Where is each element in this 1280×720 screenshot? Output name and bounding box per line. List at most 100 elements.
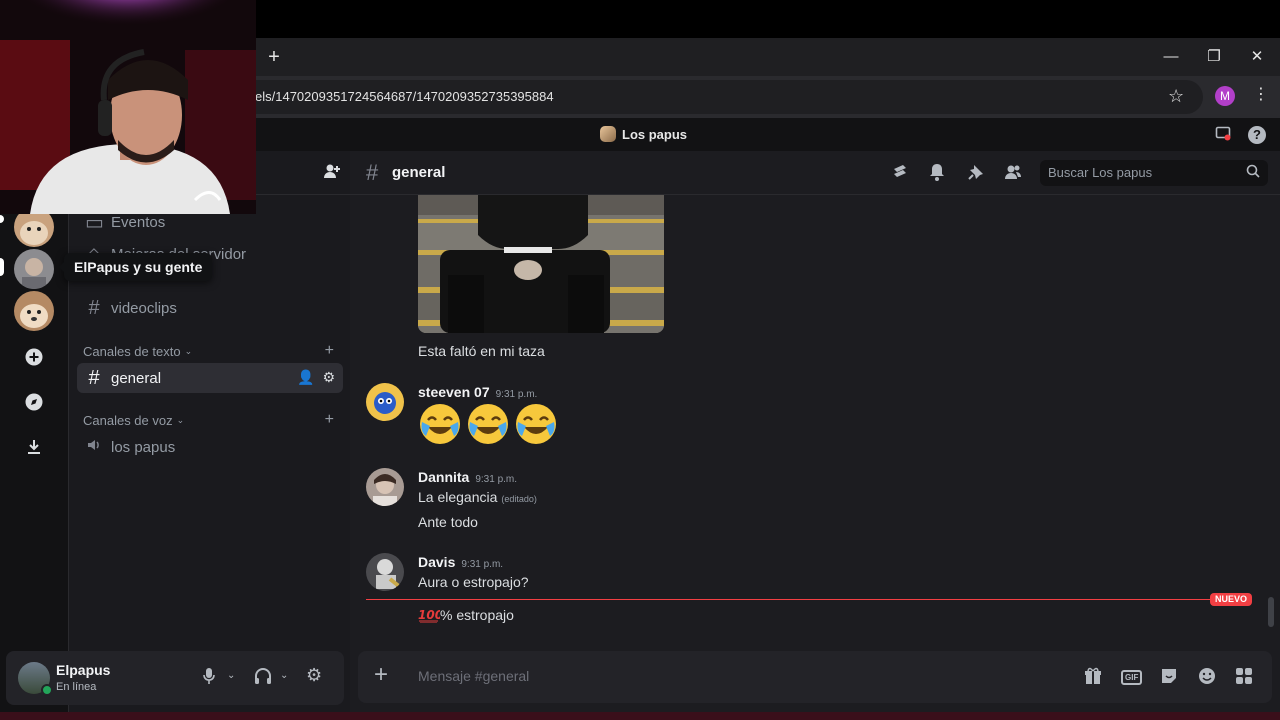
bell-icon[interactable] (929, 163, 945, 186)
channel-label: los papus (111, 438, 176, 456)
edited-marker: (editado) (501, 494, 537, 504)
message-line: % estropajo (440, 607, 514, 623)
server-indicator (0, 215, 4, 223)
joy-emoji-icon (516, 404, 556, 444)
sticker-icon[interactable] (1160, 667, 1178, 690)
channel-videoclips[interactable]: # videoclips (77, 293, 343, 323)
pin-icon[interactable] (967, 163, 985, 186)
message-author[interactable]: Dannita 9:31 p.m. (418, 469, 517, 485)
create-text-channel-icon[interactable]: + (325, 342, 334, 360)
category-voice-channels[interactable]: Canales de voz ⌄ (83, 413, 184, 428)
message-caption: Esta faltó en mi taza (418, 343, 545, 359)
user-status: En línea (56, 681, 97, 693)
download-icon[interactable] (14, 426, 54, 466)
toolbar: els/1470209351724564687/1470209352735395… (255, 76, 1280, 118)
message-timestamp: 9:31 p.m. (475, 474, 518, 485)
taskbar-strip (0, 712, 1280, 720)
gear-icon[interactable]: ⚙ (322, 369, 335, 386)
minimize-button[interactable]: — (1159, 46, 1183, 68)
message-text: Aura o estropajo? (418, 574, 529, 590)
avatar[interactable] (366, 468, 404, 506)
headphones-icon[interactable] (254, 667, 272, 690)
emoji-message (418, 402, 558, 446)
apps-icon[interactable] (1235, 667, 1253, 690)
message-text: 100 % estropajo (418, 607, 514, 623)
chevron-down-icon: ⌄ (184, 346, 193, 356)
chevron-down-icon: ⌄ (176, 415, 185, 425)
avatar[interactable] (366, 553, 404, 591)
joy-emoji-icon (420, 404, 460, 444)
server-tooltip: ElPapus y su gente (58, 253, 213, 281)
channel-sidebar: ▭ Eventos ◇ Mejoras del servidor # video… (68, 151, 351, 720)
message-composer: + Mensaje #general GIF (358, 651, 1272, 703)
threads-icon[interactable] (891, 163, 909, 186)
inbox-icon[interactable] (1213, 125, 1233, 145)
voice-channel-los-papus[interactable]: los papus (77, 432, 343, 462)
server-icon-los-papus[interactable] (14, 291, 54, 331)
author-name[interactable]: steeven 07 (418, 384, 490, 400)
tab-bar: + — ❐ ✕ (255, 38, 1280, 76)
username[interactable]: Elpapus (56, 662, 110, 678)
message-image[interactable] (418, 195, 664, 333)
message-text: Ante todo (418, 514, 478, 530)
chevron-down-icon[interactable]: ⌄ (280, 670, 288, 681)
profile-avatar[interactable]: M (1215, 86, 1235, 106)
chevron-down-icon[interactable]: ⌄ (227, 670, 235, 681)
message-line: La elegancia (418, 489, 498, 505)
channel-header: # general Buscar Los papus (350, 151, 1280, 195)
emoji-picker-icon[interactable] (1198, 667, 1216, 690)
author-name[interactable]: Dannita (418, 469, 469, 485)
create-voice-channel-icon[interactable]: + (325, 411, 334, 429)
online-status-icon (41, 684, 53, 696)
hash-icon: # (88, 296, 100, 319)
bookmark-star-icon[interactable]: ☆ (1168, 86, 1184, 107)
gif-button[interactable]: GIF (1121, 670, 1143, 685)
message-author[interactable]: Davis 9:31 p.m. (418, 554, 503, 570)
url-text: els/1470209351724564687/1470209352735395… (255, 89, 554, 104)
invite-icon[interactable]: 👤 (297, 369, 314, 386)
svg-text:100: 100 (418, 608, 440, 622)
new-messages-divider: NUEVO (366, 593, 1252, 606)
server-icon-elpapus[interactable] (14, 249, 54, 289)
new-badge: NUEVO (1209, 593, 1252, 606)
add-server-icon[interactable] (14, 336, 54, 376)
user-panel: Elpapus En línea ⌄ ⌄ ⚙ (6, 651, 344, 705)
server-title-text: Los papus (622, 126, 688, 142)
server-mini-icon (600, 126, 616, 142)
channel-title: general (392, 164, 446, 181)
category-text-channels[interactable]: Canales de texto ⌄ (83, 344, 192, 359)
channel-tools: 👤 ⚙ (297, 369, 335, 386)
message-input[interactable]: Mensaje #general (418, 668, 529, 684)
scrollbar[interactable] (1268, 597, 1274, 627)
category-label: Canales de texto (83, 344, 181, 359)
avatar[interactable] (366, 383, 404, 421)
hash-icon: # (88, 366, 100, 389)
attach-plus-icon[interactable]: + (374, 663, 388, 687)
message-timestamp: 9:31 p.m. (495, 389, 538, 400)
invite-icon[interactable] (323, 163, 341, 184)
explore-icon[interactable] (14, 381, 54, 421)
webcam-overlay (0, 0, 256, 214)
chat-area: # general Buscar Los papus Esta faltó en… (350, 151, 1280, 720)
address-bar[interactable]: els/1470209351724564687/1470209352735395… (255, 80, 1203, 114)
message-author[interactable]: steeven 07 9:31 p.m. (418, 384, 537, 400)
author-name[interactable]: Davis (418, 554, 455, 570)
server-title: Los papus (600, 126, 687, 142)
members-icon[interactable] (1004, 163, 1022, 186)
speaker-icon (85, 436, 103, 459)
gear-icon[interactable]: ⚙ (306, 665, 322, 686)
new-tab-button[interactable]: + (263, 46, 285, 68)
gift-icon[interactable] (1084, 667, 1102, 690)
restore-button[interactable]: ❐ (1202, 46, 1226, 68)
microphone-icon[interactable] (202, 667, 216, 690)
close-button[interactable]: ✕ (1245, 46, 1269, 68)
hundred-emoji-icon: 100 (418, 608, 440, 623)
help-icon[interactable]: ? (1248, 126, 1266, 144)
hash-icon: # (366, 160, 379, 185)
search-input[interactable]: Buscar Los papus (1040, 160, 1268, 186)
message-timestamp: 9:31 p.m. (461, 559, 504, 570)
search-placeholder: Buscar Los papus (1048, 165, 1153, 180)
channel-label: general (111, 369, 162, 387)
channel-general[interactable]: # general 👤 ⚙ (77, 363, 343, 393)
menu-kebab-icon[interactable]: ⋮ (1253, 84, 1269, 104)
